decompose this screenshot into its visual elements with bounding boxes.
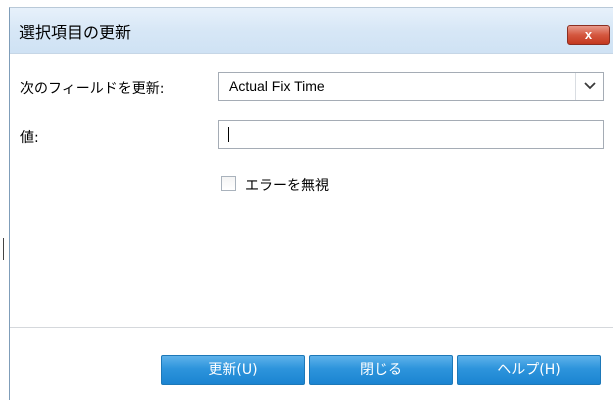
help-button[interactable]: ヘルプ(H) [457,355,601,385]
ignore-errors-checkbox[interactable] [221,176,236,191]
footer-divider [10,327,613,328]
close-button[interactable]: 閉じる [309,355,453,385]
value-label: 値: [20,130,39,146]
dialog-titlebar: 選択項目の更新 x [10,8,613,54]
text-caret [228,127,229,142]
update-selected-items-dialog: 選択項目の更新 x 次のフィールドを更新: Actual Fix Time 値:… [9,7,613,400]
chevron-down-icon [584,82,596,90]
field-to-update-select[interactable]: Actual Fix Time [218,72,604,101]
value-input[interactable] [218,120,604,149]
close-icon[interactable]: x [567,25,610,45]
dialog-title: 選択項目の更新 [19,23,132,42]
dropdown-button[interactable] [575,73,603,100]
update-button[interactable]: 更新(U) [161,355,305,385]
ignore-errors-label[interactable]: エラーを無視 [245,175,329,195]
window-edge-divider [0,238,4,260]
field-to-update-value: Actual Fix Time [229,78,325,94]
field-to-update-label: 次のフィールドを更新: [20,81,165,97]
